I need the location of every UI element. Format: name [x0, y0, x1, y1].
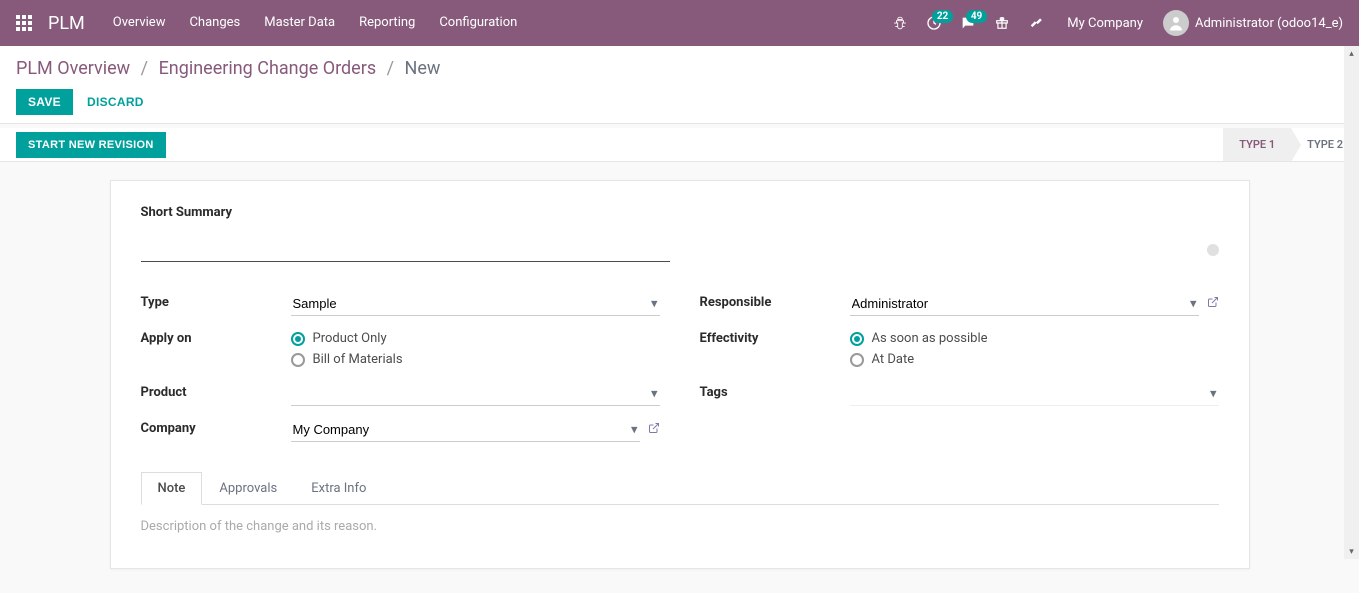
navbar-right: 22 49 My Company Administrator (odoo14_e…	[885, 8, 1351, 38]
radio-icon	[850, 353, 864, 367]
nav-overview[interactable]: Overview	[101, 0, 178, 46]
nav-configuration[interactable]: Configuration	[427, 0, 529, 46]
scroll-down-icon[interactable]: ▾	[1344, 544, 1359, 559]
apply-on-label: Apply on	[141, 328, 291, 346]
tags-label: Tags	[700, 382, 850, 400]
radio-label: Bill of Materials	[313, 352, 403, 367]
radio-icon	[291, 353, 305, 367]
gift-icon[interactable]	[987, 8, 1017, 38]
user-menu[interactable]: Administrator (odoo14_e)	[1159, 10, 1351, 36]
tab-content-note: Description of the change and its reason…	[141, 505, 1219, 558]
statusbar: START NEW REVISION TYPE 1 TYPE 2	[0, 128, 1359, 162]
bug-icon[interactable]	[885, 8, 915, 38]
vertical-scrollbar[interactable]: ▴ ▾	[1344, 46, 1359, 559]
stage-pipeline: TYPE 1 TYPE 2	[1223, 128, 1359, 161]
action-buttons: SAVE DISCARD	[16, 89, 1343, 115]
notebook-tabs: Note Approvals Extra Info	[141, 472, 1219, 505]
radio-icon	[850, 332, 864, 346]
radio-label: Product Only	[313, 331, 387, 346]
discard-button[interactable]: DISCARD	[79, 89, 152, 115]
type-select[interactable]	[291, 292, 660, 316]
tab-note[interactable]: Note	[141, 472, 203, 505]
tags-select[interactable]	[850, 382, 1219, 406]
scroll-up-icon[interactable]: ▴	[1344, 46, 1359, 61]
type-label: Type	[141, 292, 291, 310]
nav-reporting[interactable]: Reporting	[347, 0, 427, 46]
top-navbar: PLM Overview Changes Master Data Reporti…	[0, 0, 1359, 46]
nav-master-data[interactable]: Master Data	[252, 0, 347, 46]
save-button[interactable]: SAVE	[16, 89, 73, 115]
breadcrumb-sep: /	[381, 58, 400, 79]
product-select[interactable]	[291, 382, 660, 406]
company-selector[interactable]: My Company	[1055, 16, 1155, 31]
apply-on-product-only[interactable]: Product Only	[291, 328, 660, 349]
summary-label: Short Summary	[141, 205, 670, 220]
breadcrumb: PLM Overview / Engineering Change Orders…	[16, 58, 1343, 79]
apply-on-bom[interactable]: Bill of Materials	[291, 349, 660, 370]
product-label: Product	[141, 382, 291, 400]
priority-dot[interactable]	[1207, 244, 1219, 256]
user-name: Administrator (odoo14_e)	[1195, 16, 1343, 31]
tab-approvals[interactable]: Approvals	[202, 472, 294, 505]
company-label: Company	[141, 418, 291, 436]
breadcrumb-current: New	[405, 58, 441, 79]
responsible-select[interactable]	[850, 292, 1199, 316]
external-link-icon[interactable]	[1207, 296, 1219, 312]
effectivity-at-date[interactable]: At Date	[850, 349, 1219, 370]
radio-label: As soon as possible	[872, 331, 988, 346]
form-sheet: Short Summary Type ▾ Apply on	[110, 180, 1250, 569]
stage-type-1[interactable]: TYPE 1	[1223, 128, 1291, 161]
summary-input[interactable]	[141, 228, 670, 262]
external-link-icon[interactable]	[648, 422, 660, 438]
effectivity-asap[interactable]: As soon as possible	[850, 328, 1219, 349]
avatar-icon	[1163, 10, 1189, 36]
breadcrumb-sep: /	[135, 58, 154, 79]
nav-changes[interactable]: Changes	[177, 0, 252, 46]
right-column: Responsible ▾ Effectivity As soon	[700, 286, 1219, 448]
apps-grid-icon[interactable]	[8, 7, 40, 39]
note-editor[interactable]: Description of the change and its reason…	[141, 519, 1219, 534]
effectivity-label: Effectivity	[700, 328, 850, 346]
left-column: Type ▾ Apply on Product Only	[141, 286, 660, 448]
discuss-icon[interactable]: 49	[953, 8, 983, 38]
radio-icon	[291, 332, 305, 346]
breadcrumb-eco[interactable]: Engineering Change Orders	[159, 58, 377, 79]
tab-extra-info[interactable]: Extra Info	[294, 472, 383, 505]
responsible-label: Responsible	[700, 292, 850, 310]
control-panel: PLM Overview / Engineering Change Orders…	[0, 46, 1359, 124]
start-new-revision-button[interactable]: START NEW REVISION	[16, 132, 166, 158]
company-select[interactable]	[291, 418, 640, 442]
app-brand[interactable]: PLM	[40, 13, 101, 34]
radio-label: At Date	[872, 352, 915, 367]
breadcrumb-plm-overview[interactable]: PLM Overview	[16, 58, 130, 79]
navbar-menu: Overview Changes Master Data Reporting C…	[101, 0, 886, 46]
discuss-badge: 49	[966, 10, 987, 23]
tools-icon[interactable]	[1021, 8, 1051, 38]
activities-badge: 22	[932, 10, 953, 23]
activities-icon[interactable]: 22	[919, 8, 949, 38]
